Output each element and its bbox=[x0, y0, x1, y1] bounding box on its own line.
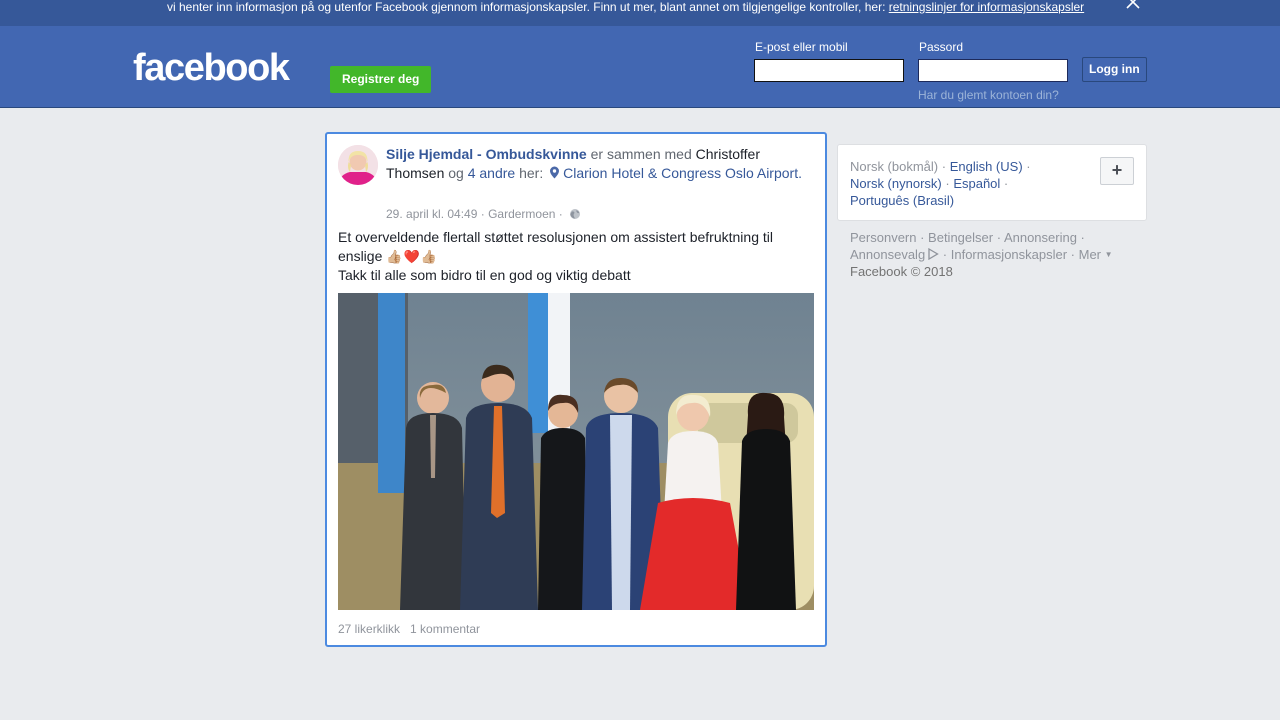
footer-link-informasjonskapsler[interactable]: Informasjonskapsler bbox=[951, 247, 1067, 262]
caret-down-icon: ▼ bbox=[1104, 250, 1113, 259]
footer-links: Personvern · Betingelser · Annonsering ·… bbox=[850, 230, 1113, 279]
language-selector: Norsk (bokmål) · English (US) · Norsk (n… bbox=[837, 144, 1147, 221]
post-place-link[interactable]: Gardermoen bbox=[488, 207, 555, 221]
footer-link-annonsering[interactable]: Annonsering bbox=[1004, 230, 1077, 245]
avatar[interactable] bbox=[338, 145, 378, 185]
with-text: er sammen med bbox=[586, 146, 696, 162]
password-field[interactable] bbox=[918, 59, 1068, 82]
cookie-banner: vi henter inn informasjon på og utenfor … bbox=[0, 0, 1280, 26]
register-button[interactable]: Registrer deg bbox=[330, 66, 432, 93]
globe-icon bbox=[570, 209, 581, 219]
forgot-account-link[interactable]: Har du glemt kontoen din? bbox=[918, 88, 1059, 102]
close-icon[interactable] bbox=[1124, 0, 1142, 11]
post-body: Et overveldende flertall støttet resolus… bbox=[338, 228, 808, 285]
password-label: Passord bbox=[919, 40, 964, 54]
location-link[interactable]: Clarion Hotel & Congress Oslo Airport bbox=[563, 165, 798, 181]
likes-count-link[interactable]: 27 likerklikk bbox=[338, 622, 400, 636]
language-option-norsk-nynorsk[interactable]: Norsk (nynorsk) bbox=[850, 176, 942, 191]
language-option-portugues-brasil[interactable]: Português (Brasil) bbox=[850, 193, 954, 208]
login-button[interactable]: Logg inn bbox=[1082, 57, 1147, 82]
others-link[interactable]: 4 andre bbox=[468, 165, 515, 181]
post-author-link[interactable]: Silje Hjemdal - Ombudskvinne bbox=[386, 146, 587, 162]
add-language-button[interactable]: + bbox=[1100, 157, 1134, 185]
pin-icon bbox=[550, 166, 560, 179]
top-header: facebook Registrer deg E-post eller mobi… bbox=[0, 26, 1280, 108]
post-photo[interactable] bbox=[338, 293, 814, 610]
adchoices-icon bbox=[928, 248, 939, 260]
cookie-banner-message: vi henter inn informasjon på og utenfor … bbox=[167, 0, 889, 14]
footer-mer-label: Mer bbox=[1078, 247, 1102, 262]
post-card: Silje Hjemdal - Ombudskvinne er sammen m… bbox=[325, 132, 827, 647]
footer-link-betingelser[interactable]: Betingelser bbox=[928, 230, 993, 245]
copyright: Facebook © 2018 bbox=[850, 264, 953, 279]
post-meta: 29. april kl. 04:49 · Gardermoen · bbox=[386, 207, 581, 221]
footer-link-mer[interactable]: Mer ▼ bbox=[1079, 247, 1113, 262]
language-list: Norsk (bokmål) · English (US) · Norsk (n… bbox=[850, 159, 1031, 208]
post-header: Silje Hjemdal - Ombudskvinne er sammen m… bbox=[386, 146, 802, 181]
post-emojis: 👍🏼❤️👍🏼 bbox=[386, 249, 438, 264]
post-date-link[interactable]: 29. april kl. 04:49 bbox=[386, 207, 477, 221]
language-option-espanol[interactable]: Español bbox=[953, 176, 1000, 191]
cookie-banner-text: vi henter inn informasjon på og utenfor … bbox=[167, 0, 1084, 14]
facebook-logo[interactable]: facebook bbox=[133, 49, 290, 87]
footer-link-personvern[interactable]: Personvern bbox=[850, 230, 916, 245]
post-stats: 27 likerklikk 1 kommentar bbox=[338, 622, 480, 636]
here-text: her: bbox=[515, 165, 548, 181]
email-field[interactable] bbox=[754, 59, 904, 82]
email-label: E-post eller mobil bbox=[755, 40, 848, 54]
and-text: og bbox=[444, 165, 468, 181]
comments-count-link[interactable]: 1 kommentar bbox=[410, 622, 480, 636]
footer-link-annonsevalg[interactable]: Annonsevalg bbox=[850, 247, 925, 262]
cookie-policy-link[interactable]: retningslinjer for informasjonskapsler bbox=[889, 0, 1084, 14]
language-option-english-us[interactable]: English (US) bbox=[950, 159, 1023, 174]
current-language: Norsk (bokmål) bbox=[850, 159, 939, 174]
post-text-line2: Takk til alle som bidro til en god og vi… bbox=[338, 267, 631, 283]
